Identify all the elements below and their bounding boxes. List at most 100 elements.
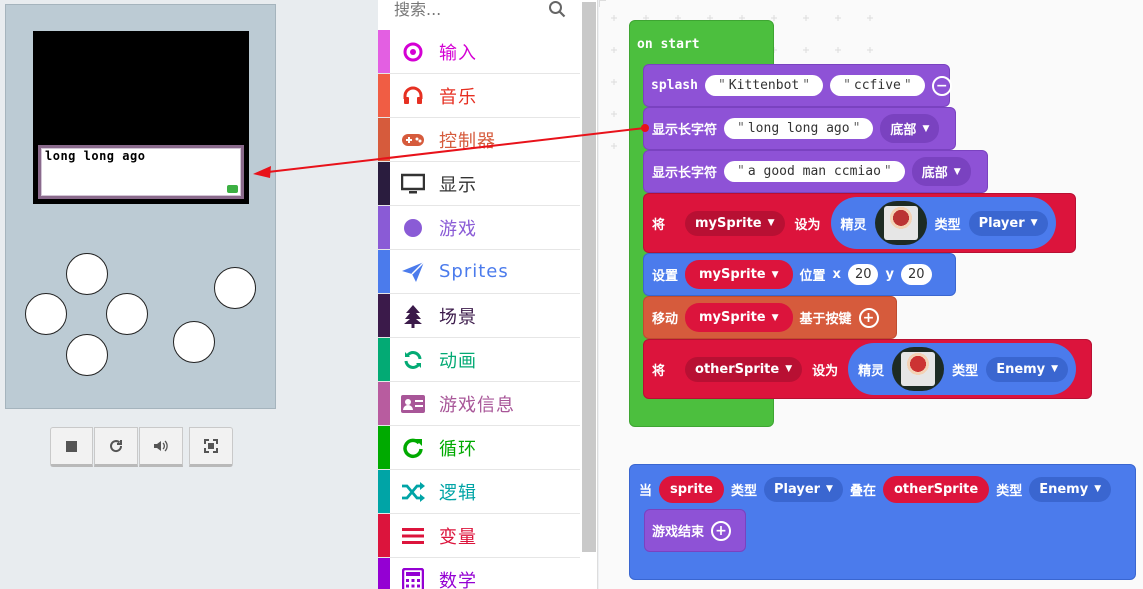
restart-icon (110, 440, 123, 453)
toolbox-category-12[interactable]: 数学 (378, 558, 580, 589)
splash-title-input[interactable]: " Kittenbot " (704, 75, 824, 96)
create-sprite-block[interactable]: 精灵 类型 Player ▼ (830, 197, 1056, 249)
toolbox-category-5[interactable]: Sprites (378, 250, 580, 294)
splash-label: splash (651, 78, 698, 93)
variable-dropdown-mysprite[interactable]: mySprite ▼ (685, 210, 785, 236)
toolbox-category-7[interactable]: 动画 (378, 338, 580, 382)
kind-dropdown-player[interactable]: Player ▼ (763, 476, 843, 502)
move-with-buttons-block[interactable]: 移动 mySprite ▼ 基于按键 + (643, 296, 897, 339)
set-sprite-block-1[interactable]: 将 mySprite ▼ 设为 精灵 类型 Player ▼ (643, 193, 1076, 253)
volume-icon (154, 440, 168, 452)
long-text-input-1[interactable]: " long long ago " (724, 118, 874, 139)
position-dropdown-1[interactable]: 底部 ▼ (880, 114, 940, 143)
toolbox-scrollbar[interactable] (582, 2, 596, 552)
set-position-block[interactable]: 设置 mySprite ▼ 位置 x 20 y 20 (643, 253, 956, 296)
overlaps-label: 叠在 (849, 483, 876, 499)
splash-block[interactable]: splash " Kittenbot " " ccfive " − (643, 64, 952, 107)
category-color-stripe (378, 514, 390, 557)
add-arg-icon[interactable]: + (858, 307, 879, 328)
sprite-image-picker[interactable] (874, 201, 927, 245)
blocks-workspace[interactable]: on start splash " Kittenbot " " ccfive " − 显… (599, 0, 1143, 589)
kind-dropdown-enemy[interactable]: Enemy ▼ (986, 356, 1069, 382)
headphones-icon (400, 85, 426, 107)
set-to-label: 设为 (812, 363, 839, 379)
game-over-block[interactable]: 游戏结束 + (644, 509, 746, 552)
show-long-text-label: 显示长字符 (652, 123, 718, 138)
overlap-sprite-var[interactable]: sprite (659, 475, 724, 503)
category-color-stripe (378, 74, 390, 117)
game-screen[interactable]: long long ago (33, 31, 249, 204)
game-over-label: 游戏结束 (652, 525, 705, 540)
search-input[interactable] (394, 0, 554, 22)
category-label: 场景 (439, 306, 477, 328)
variable-dropdown-mysprite[interactable]: mySprite ▼ (685, 260, 793, 289)
set-sprite-block-2[interactable]: 将 otherSprite ▼ 设为 精灵 类型 Enemy ▼ (643, 339, 1092, 399)
a-button[interactable] (214, 267, 256, 309)
create-sprite-block[interactable]: 精灵 类型 Enemy ▼ (848, 343, 1077, 395)
category-color-stripe (378, 382, 390, 425)
toolbox-category-0[interactable]: 输入 (378, 30, 580, 74)
kind-label: 类型 (996, 483, 1023, 499)
chevron-down-icon: ▼ (922, 123, 930, 134)
kind-dropdown-enemy[interactable]: Enemy ▼ (1029, 476, 1112, 502)
on-overlap-block[interactable]: 当 sprite 类型 Player ▼ 叠在 otherSprite 类型 En… (629, 464, 1136, 580)
toolbox-category-3[interactable]: 显示 (378, 162, 580, 206)
dpad-left-button[interactable] (25, 293, 67, 335)
dpad-up-button[interactable] (66, 253, 108, 295)
chevron-down-icon: ▼ (767, 218, 775, 228)
toolbox-category-8[interactable]: 游戏信息 (378, 382, 580, 426)
restart-button[interactable] (94, 427, 138, 467)
chevron-down-icon: ▼ (771, 312, 779, 323)
category-label: 显示 (439, 174, 477, 196)
dpad-right-button[interactable] (106, 293, 148, 335)
y-input[interactable]: 20 (900, 264, 932, 285)
position-dropdown-2[interactable]: 底部 ▼ (911, 157, 971, 186)
simulator-panel: long long ago (0, 0, 378, 589)
search-icon[interactable] (548, 0, 566, 18)
long-text-input-2[interactable]: " a good man ccmiao " (724, 161, 905, 182)
category-label: Sprites (439, 261, 509, 282)
tree-icon (400, 304, 426, 328)
toolbox-category-9[interactable]: 循环 (378, 426, 580, 470)
toolbox-category-10[interactable]: 逻辑 (378, 470, 580, 514)
toolbox-category-4[interactable]: 游戏 (378, 206, 580, 250)
x-input[interactable]: 20 (847, 264, 879, 285)
player-sprite-icon (883, 206, 918, 240)
show-long-text-block-2[interactable]: 显示长字符 " a good man ccmiao " 底部 ▼ (643, 150, 988, 193)
search-box (378, 0, 580, 30)
fullscreen-button[interactable] (189, 427, 233, 467)
category-label: 输入 (439, 42, 477, 64)
toolbox-category-6[interactable]: 场景 (378, 294, 580, 338)
sprite-label: 精灵 (858, 363, 885, 379)
loop-icon (400, 437, 426, 459)
sprite-image-picker[interactable] (892, 347, 945, 391)
toolbox-category-1[interactable]: 音乐 (378, 74, 580, 118)
toolbox-category-11[interactable]: 变量 (378, 514, 580, 558)
refresh-icon (400, 349, 426, 371)
show-long-text-block-1[interactable]: 显示长字符 " long long ago " 底部 ▼ (643, 107, 956, 150)
overlap-other-var[interactable]: otherSprite (882, 475, 990, 503)
chevron-down-icon: ▼ (953, 166, 961, 177)
category-color-stripe (378, 162, 390, 205)
category-color-stripe (378, 558, 390, 589)
monitor-icon (400, 173, 426, 195)
move-label: 移动 (652, 312, 679, 327)
x-label: x (832, 267, 841, 282)
dpad-down-button[interactable] (66, 334, 108, 376)
splash-subtitle-input[interactable]: " ccfive " (830, 75, 925, 96)
category-color-stripe (378, 294, 390, 337)
remove-arg-icon[interactable]: − (931, 75, 952, 96)
when-label: 当 (639, 483, 653, 499)
b-button[interactable] (173, 321, 215, 363)
y-label: y (885, 267, 894, 282)
kind-label: 类型 (730, 483, 757, 499)
variable-dropdown-mysprite[interactable]: mySprite ▼ (685, 303, 793, 332)
toolbox-category-2[interactable]: 控制器 (378, 118, 580, 162)
id-card-icon (400, 394, 426, 414)
kind-dropdown-player[interactable]: Player ▼ (968, 210, 1048, 236)
stop-button[interactable] (50, 427, 93, 467)
category-label: 变量 (439, 526, 477, 548)
mute-button[interactable] (139, 427, 183, 467)
add-arg-icon[interactable]: + (711, 520, 732, 541)
variable-dropdown-othersprite[interactable]: otherSprite ▼ (685, 356, 803, 382)
